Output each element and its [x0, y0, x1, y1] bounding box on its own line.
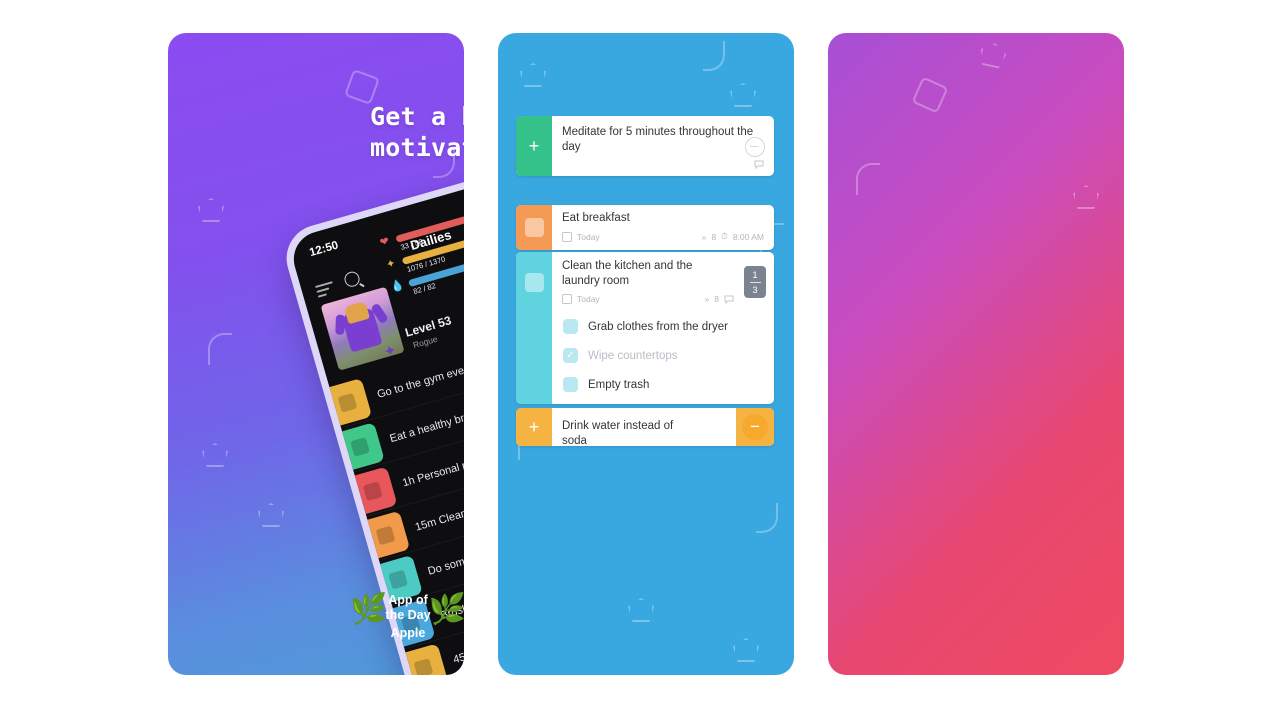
promo-panel-customize: Customize your tasks any way you like 12…	[828, 33, 1124, 675]
pentagon-deco-icon	[628, 598, 654, 622]
promo-screenshot-stage: Get a boost of motivation 12:50 + Dailie…	[0, 0, 1280, 720]
task-title: Eat breakfast	[562, 212, 630, 224]
task-date: Today	[577, 294, 600, 304]
subtask-row[interactable]: Empty trash	[552, 370, 774, 399]
checklist-progress-badge: 1 3	[744, 266, 766, 298]
subtask-label: Grab clothes from the dryer	[588, 320, 728, 333]
calendar-icon	[562, 294, 572, 304]
checkbox-checked-icon[interactable]: ✓	[563, 348, 578, 363]
promo-panel-motivation: Get a boost of motivation 12:50 + Dailie…	[168, 33, 464, 675]
pentagon-deco-icon	[730, 83, 756, 107]
task-alarm-time: 8:00 AM	[732, 231, 764, 242]
checkbox-icon[interactable]	[563, 377, 578, 392]
pentagon-deco-icon	[258, 503, 284, 527]
subtask-row[interactable]: ✓ Wipe countertops	[552, 341, 774, 370]
task-card-meditate[interactable]: + Meditate for 5 minutes throughout the …	[516, 116, 774, 176]
task-card-clean-kitchen[interactable]: Clean the kitchen and the laundry room T…	[516, 252, 774, 404]
checkbox-icon[interactable]	[516, 205, 552, 250]
task-title: 15m Cleaning	[413, 502, 464, 534]
task-card-drink-water[interactable]: + Drink water instead of soda −	[516, 408, 774, 446]
square-deco-icon	[911, 76, 949, 114]
minus-circle-icon[interactable]	[745, 137, 765, 157]
pentagon-deco-icon	[733, 638, 759, 662]
task-title: 1h Personal project	[401, 451, 464, 489]
clock-icon: ⏱	[721, 231, 728, 241]
star-icon: ✦	[384, 257, 398, 272]
status-bar-time: 12:50	[308, 239, 340, 260]
task-title: Clean the kitchen and the laundry room	[562, 260, 693, 287]
hamburger-menu-icon[interactable]	[315, 281, 337, 301]
comment-icon	[724, 295, 734, 304]
laurel-wreath-icon: 🌿	[428, 593, 464, 626]
streak-icon: »	[704, 294, 710, 304]
heart-icon: ❤	[378, 235, 391, 250]
subtask-label: Empty trash	[588, 378, 650, 391]
curve-deco-icon	[208, 333, 232, 365]
checkbox-icon[interactable]	[516, 252, 552, 312]
pentagon-deco-icon	[198, 198, 224, 222]
streak-count: 8	[711, 231, 717, 242]
calendar-icon	[562, 231, 572, 242]
plus-icon[interactable]: +	[516, 116, 552, 176]
pentagon-deco-icon	[1073, 185, 1099, 209]
checkbox-icon[interactable]	[563, 319, 578, 334]
curve-deco-icon	[856, 163, 880, 195]
pentagon-deco-icon	[202, 443, 228, 467]
streak-icon: »	[701, 231, 707, 242]
plus-icon[interactable]: +	[516, 408, 552, 446]
pentagon-deco-icon	[520, 63, 546, 87]
checklist-denominator: 3	[752, 284, 758, 295]
badge-line-3: Apple	[390, 626, 426, 640]
curve-deco-icon	[703, 41, 725, 71]
subtask-label: Wipe countertops	[588, 349, 678, 362]
panel-headline: Get a boost of motivation	[370, 102, 464, 162]
task-card-breakfast[interactable]: Eat breakfast Today » 8 ⏱ 8:00 AM	[516, 205, 774, 250]
streak-count: 8	[714, 294, 719, 304]
task-date: Today	[577, 231, 600, 242]
search-icon[interactable]	[342, 269, 362, 289]
minus-circle-icon[interactable]: −	[736, 408, 774, 446]
square-deco-icon	[344, 69, 380, 105]
checklist-numerator: 1	[752, 269, 758, 280]
task-title: Drink water instead of soda	[562, 420, 674, 446]
comment-icon	[754, 160, 764, 169]
laurel-wreath-icon: 🌿	[350, 593, 388, 626]
task-title: Meditate for 5 minutes throughout the da…	[562, 126, 754, 153]
pentagon-deco-icon	[978, 41, 1008, 70]
app-of-the-day-badge: 🌿 🌿 App of the Day Apple	[350, 593, 464, 641]
subtask-row[interactable]: Grab clothes from the dryer	[552, 312, 774, 341]
promo-panel-track-goals: 8 8 + Meditate for 5 minutes throughout …	[498, 33, 794, 675]
curve-deco-icon	[756, 503, 778, 533]
water-drop-icon: 💧	[389, 278, 406, 295]
